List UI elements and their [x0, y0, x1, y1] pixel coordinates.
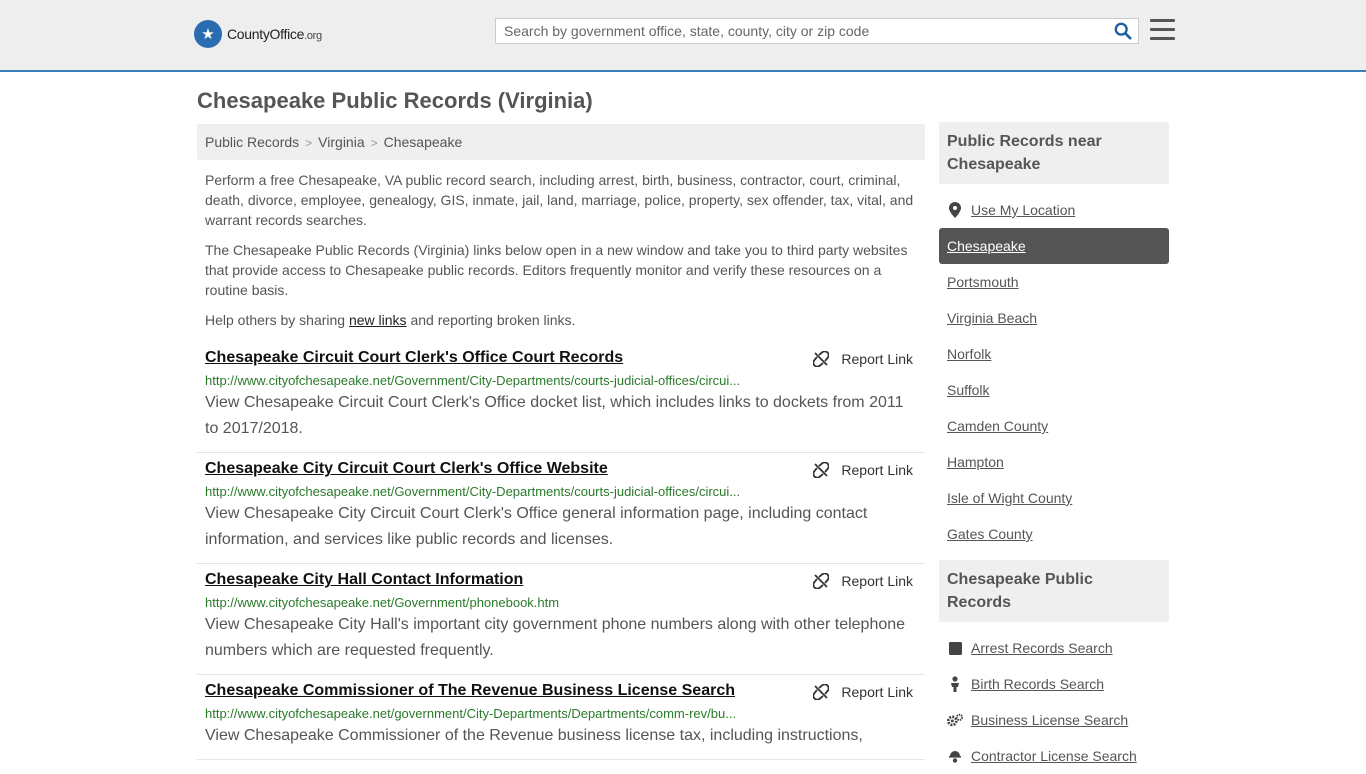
broken-link-icon — [813, 573, 830, 589]
result-title-link[interactable]: Chesapeake Circuit Court Clerk's Office … — [205, 349, 623, 367]
breadcrumb-separator-icon: > — [370, 136, 378, 150]
contractor-icon — [947, 749, 963, 763]
records-link[interactable]: Contractor License Search — [971, 738, 1137, 774]
nearby-link[interactable]: Gates County — [947, 516, 1033, 552]
nearby-link[interactable]: Camden County — [947, 408, 1048, 444]
records-list: Arrest Records Search Birth Records Sear… — [939, 630, 1169, 774]
records-link[interactable]: Arrest Records Search — [971, 630, 1113, 666]
location-pin-icon — [947, 202, 963, 218]
top-bar: ★ CountyOffice.org — [0, 0, 1366, 72]
sidebar-item-norfolk[interactable]: Norfolk — [939, 336, 1169, 372]
site-logo[interactable]: ★ CountyOffice.org — [194, 20, 322, 48]
result-item: Chesapeake City Circuit Court Clerk's Of… — [197, 453, 925, 564]
sidebar-item-chesapeake[interactable]: Chesapeake — [939, 228, 1169, 264]
result-title-link[interactable]: Chesapeake Commissioner of The Revenue B… — [205, 682, 735, 700]
sidebar-item-camden-county[interactable]: Camden County — [939, 408, 1169, 444]
nearby-link[interactable]: Hampton — [947, 444, 1004, 480]
nearby-list: Use My Location Chesapeake Portsmouth Vi… — [939, 192, 1169, 552]
result-item: Chesapeake City Hall Contact Information… — [197, 564, 925, 675]
nearby-link[interactable]: Norfolk — [947, 336, 991, 372]
sidebar-item-gates-county[interactable]: Gates County — [939, 516, 1169, 552]
search-icon[interactable] — [1114, 22, 1132, 40]
new-links-link[interactable]: new links — [349, 312, 407, 328]
sidebar-item-contractor-license[interactable]: Contractor License Search — [939, 738, 1169, 774]
hamburger-menu-icon[interactable] — [1150, 19, 1175, 41]
result-url: http://www.cityofchesapeake.net/Governme… — [205, 484, 741, 499]
breadcrumb-chesapeake[interactable]: Chesapeake — [384, 134, 463, 150]
report-link-button[interactable]: Report Link — [813, 573, 913, 589]
report-link-button[interactable]: Report Link — [813, 351, 913, 367]
report-link-button[interactable]: Report Link — [813, 462, 913, 478]
result-item: Chesapeake Circuit Court Clerk's Office … — [197, 342, 925, 453]
sidebar-item-virginia-beach[interactable]: Virginia Beach — [939, 300, 1169, 336]
result-url: http://www.cityofchesapeake.net/Governme… — [205, 373, 741, 388]
broken-link-icon — [813, 462, 830, 478]
intro-paragraph: The Chesapeake Public Records (Virginia)… — [205, 242, 908, 298]
use-location-item[interactable]: Use My Location — [939, 192, 1169, 228]
result-description: View Chesapeake Commissioner of the Reve… — [205, 727, 863, 744]
result-description: View Chesapeake Circuit Court Clerk's Of… — [205, 394, 904, 437]
sidebar: Public Records near Chesapeake Use My Lo… — [939, 122, 1169, 774]
breadcrumb-public-records[interactable]: Public Records — [205, 134, 299, 150]
result-url: http://www.cityofchesapeake.net/Governme… — [205, 595, 560, 610]
nearby-link[interactable]: Portsmouth — [947, 264, 1019, 300]
sidebar-item-hampton[interactable]: Hampton — [939, 444, 1169, 480]
square-icon — [947, 641, 963, 655]
logo-text: CountyOffice.org — [227, 26, 322, 42]
result-title-link[interactable]: Chesapeake City Hall Contact Information — [205, 571, 523, 589]
breadcrumb: Public Records > Virginia > Chesapeake — [197, 124, 925, 160]
records-link[interactable]: Business License Search — [971, 702, 1128, 738]
report-link-label: Report Link — [841, 462, 913, 478]
main-content: Public Records > Virginia > Chesapeake Perfo… — [197, 124, 925, 760]
search-input[interactable] — [496, 19, 1104, 43]
result-description: View Chesapeake City Hall's important ci… — [205, 616, 906, 659]
share-note: Help others by sharing new links and rep… — [205, 312, 576, 328]
result-title-link[interactable]: Chesapeake City Circuit Court Clerk's Of… — [205, 460, 608, 478]
breadcrumb-separator-icon: > — [305, 136, 313, 150]
nearby-link[interactable]: Isle of Wight County — [947, 480, 1072, 516]
report-link-label: Report Link — [841, 351, 913, 367]
broken-link-icon — [813, 351, 830, 367]
sidebar-item-arrest-records[interactable]: Arrest Records Search — [939, 630, 1169, 666]
records-link[interactable]: Birth Records Search — [971, 666, 1104, 702]
breadcrumb-virginia[interactable]: Virginia — [318, 134, 364, 150]
nearby-link[interactable]: Virginia Beach — [947, 300, 1037, 336]
sidebar-item-suffolk[interactable]: Suffolk — [939, 372, 1169, 408]
gears-icon — [947, 713, 963, 727]
intro-paragraph: Perform a free Chesapeake, VA public rec… — [205, 172, 914, 228]
report-link-button[interactable]: Report Link — [813, 684, 913, 700]
report-link-label: Report Link — [841, 684, 913, 700]
logo-badge-icon: ★ — [194, 20, 222, 48]
broken-link-icon — [813, 684, 830, 700]
nearby-link[interactable]: Suffolk — [947, 372, 990, 408]
use-location-link[interactable]: Use My Location — [971, 192, 1075, 228]
page-title: Chesapeake Public Records (Virginia) — [197, 88, 593, 113]
sidebar-heading-records: Chesapeake Public Records — [939, 560, 1169, 622]
sidebar-item-portsmouth[interactable]: Portsmouth — [939, 264, 1169, 300]
nearby-link[interactable]: Chesapeake — [947, 228, 1026, 264]
search-box — [495, 18, 1139, 44]
result-url: http://www.cityofchesapeake.net/governme… — [205, 706, 737, 721]
baby-icon — [947, 676, 963, 692]
sidebar-item-isle-of-wight-county[interactable]: Isle of Wight County — [939, 480, 1169, 516]
report-link-label: Report Link — [841, 573, 913, 589]
intro: Perform a free Chesapeake, VA public rec… — [197, 170, 925, 330]
result-description: View Chesapeake City Circuit Court Clerk… — [205, 505, 868, 548]
sidebar-item-business-license[interactable]: Business License Search — [939, 702, 1169, 738]
results-list: Chesapeake Circuit Court Clerk's Office … — [197, 342, 925, 760]
sidebar-item-birth-records[interactable]: Birth Records Search — [939, 666, 1169, 702]
sidebar-heading-nearby: Public Records near Chesapeake — [939, 122, 1169, 184]
result-item: Chesapeake Commissioner of The Revenue B… — [197, 675, 925, 760]
